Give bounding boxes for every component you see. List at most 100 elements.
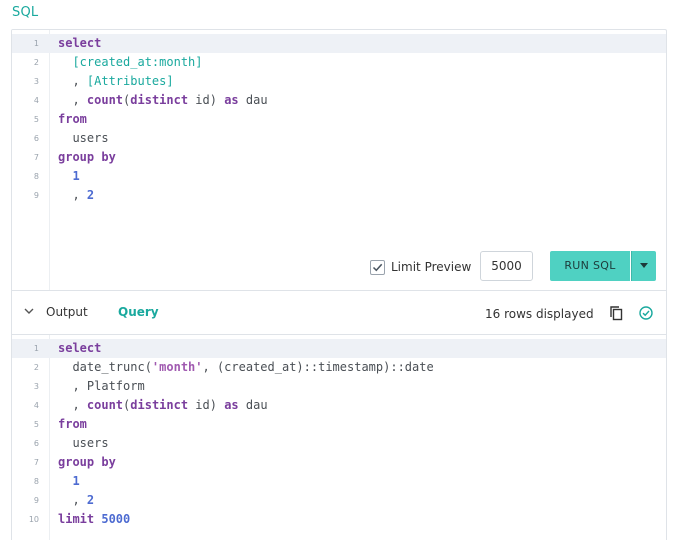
tab-output[interactable]: Output [46, 305, 88, 319]
code-token: count [86, 398, 124, 412]
code-text: group by [58, 148, 116, 167]
line-number: 2 [33, 363, 39, 372]
tab-query[interactable]: Query [118, 305, 159, 319]
code-token: count [86, 93, 124, 107]
sql-editor[interactable]: 1 select 2 [created_at:month] 3 , [Attribut… [12, 30, 666, 290]
code-token: from [58, 112, 87, 126]
code-token: , [58, 74, 87, 88]
code-token: limit [58, 512, 95, 526]
code-token: dau [238, 398, 268, 412]
code-line: 7 group by [12, 453, 666, 472]
code-text: users [58, 129, 109, 148]
code-token: 5000 [101, 512, 131, 526]
output-toolbar: Output Query 16 rows displayed [12, 291, 666, 334]
line-number: 7 [33, 153, 39, 162]
line-number: 1 [33, 39, 39, 48]
code-token: , (created_at)::timestamp)::date [202, 360, 434, 374]
limit-preview-label: Limit Preview [391, 260, 472, 274]
code-text: , [Attributes] [58, 72, 174, 91]
code-token: users [58, 131, 109, 145]
line-number: 3 [33, 382, 39, 391]
code-token: , [58, 493, 87, 507]
code-text: , Platform [58, 377, 145, 396]
editor-footer: Limit Preview 5000 RUN SQL [12, 249, 666, 285]
code-line: 5 from [12, 110, 666, 129]
code-line: 2 [created_at:month] [12, 53, 666, 72]
line-number: 4 [33, 401, 39, 410]
code-token: id) [188, 93, 225, 107]
code-token: 1 [72, 169, 80, 183]
rows-displayed-count: 16 rows displayed [485, 307, 594, 321]
code-line: 1 select [12, 34, 666, 53]
line-number: 6 [33, 439, 39, 448]
line-number: 3 [33, 77, 39, 86]
copy-icon[interactable] [610, 306, 624, 321]
code-token: 1 [72, 474, 80, 488]
code-line: 2 date_trunc('month', (created_at)::time… [12, 358, 666, 377]
checkbox-check-icon [372, 263, 383, 272]
limit-preview-checkbox[interactable] [370, 260, 385, 275]
code-token: users [58, 436, 109, 450]
line-number: 1 [33, 344, 39, 353]
limit-input[interactable]: 5000 [480, 251, 533, 281]
code-text: group by [58, 453, 116, 472]
code-token: [Attributes] [86, 74, 174, 88]
code-line: 9 , 2 [12, 186, 666, 205]
code-text: limit 5000 [58, 510, 130, 529]
code-line: 1 select [12, 339, 666, 358]
code-token: id) [188, 398, 225, 412]
sql-panel: 1 select 2 [created_at:month] 3 , [Attribut… [11, 29, 667, 540]
line-number: 5 [33, 420, 39, 429]
code-token: , [58, 93, 87, 107]
code-token: select [58, 36, 102, 50]
code-token: 2 [86, 188, 95, 202]
code-token: as [224, 93, 239, 107]
code-token: 2 [86, 493, 95, 507]
code-line: 9 , 2 [12, 491, 666, 510]
code-token: , [58, 188, 87, 202]
code-token: from [58, 417, 87, 431]
code-text: 1 [58, 472, 80, 491]
line-number: 10 [28, 515, 39, 524]
code-token: as [224, 398, 239, 412]
code-text: 1 [58, 167, 80, 186]
code-token: group by [58, 455, 116, 469]
line-number: 9 [33, 496, 39, 505]
line-number: 8 [33, 172, 39, 181]
code-token: dau [238, 93, 268, 107]
code-line: 3 , [Attributes] [12, 72, 666, 91]
code-text: from [58, 415, 87, 434]
chevron-down-icon[interactable] [24, 308, 34, 315]
code-line: 8 1 [12, 167, 666, 186]
code-token: date_trunc( [58, 360, 152, 374]
code-token: , Platform [58, 379, 145, 393]
line-number: 7 [33, 458, 39, 467]
query-output-editor[interactable]: 1 select 2 date_trunc('month', (created_at… [12, 335, 666, 540]
code-line: 4 , count(distinct id) as dau [12, 91, 666, 110]
code-line: 10 limit 5000 [12, 510, 666, 529]
line-number: 9 [33, 191, 39, 200]
code-line: 6 users [12, 129, 666, 148]
dropdown-caret-icon [640, 263, 648, 268]
code-line: 8 1 [12, 472, 666, 491]
code-line: 6 users [12, 434, 666, 453]
code-token: select [58, 341, 102, 355]
code-token: group by [58, 150, 116, 164]
line-number: 4 [33, 96, 39, 105]
code-text: , 2 [58, 491, 94, 510]
code-text: select [58, 339, 101, 358]
run-sql-button[interactable]: RUN SQL [550, 251, 630, 281]
code-text: date_trunc('month', (created_at)::timest… [58, 358, 434, 377]
line-number: 6 [33, 134, 39, 143]
code-text: , count(distinct id) as dau [58, 396, 268, 415]
code-token: , [58, 398, 87, 412]
code-token: distinct [130, 398, 189, 412]
run-sql-dropdown-button[interactable] [631, 251, 656, 281]
code-token: [created_at:month] [72, 55, 203, 69]
sql-section-title: SQL [12, 5, 39, 20]
code-token: 'month' [151, 360, 203, 374]
code-text: [created_at:month] [58, 53, 203, 72]
code-text: , 2 [58, 186, 94, 205]
